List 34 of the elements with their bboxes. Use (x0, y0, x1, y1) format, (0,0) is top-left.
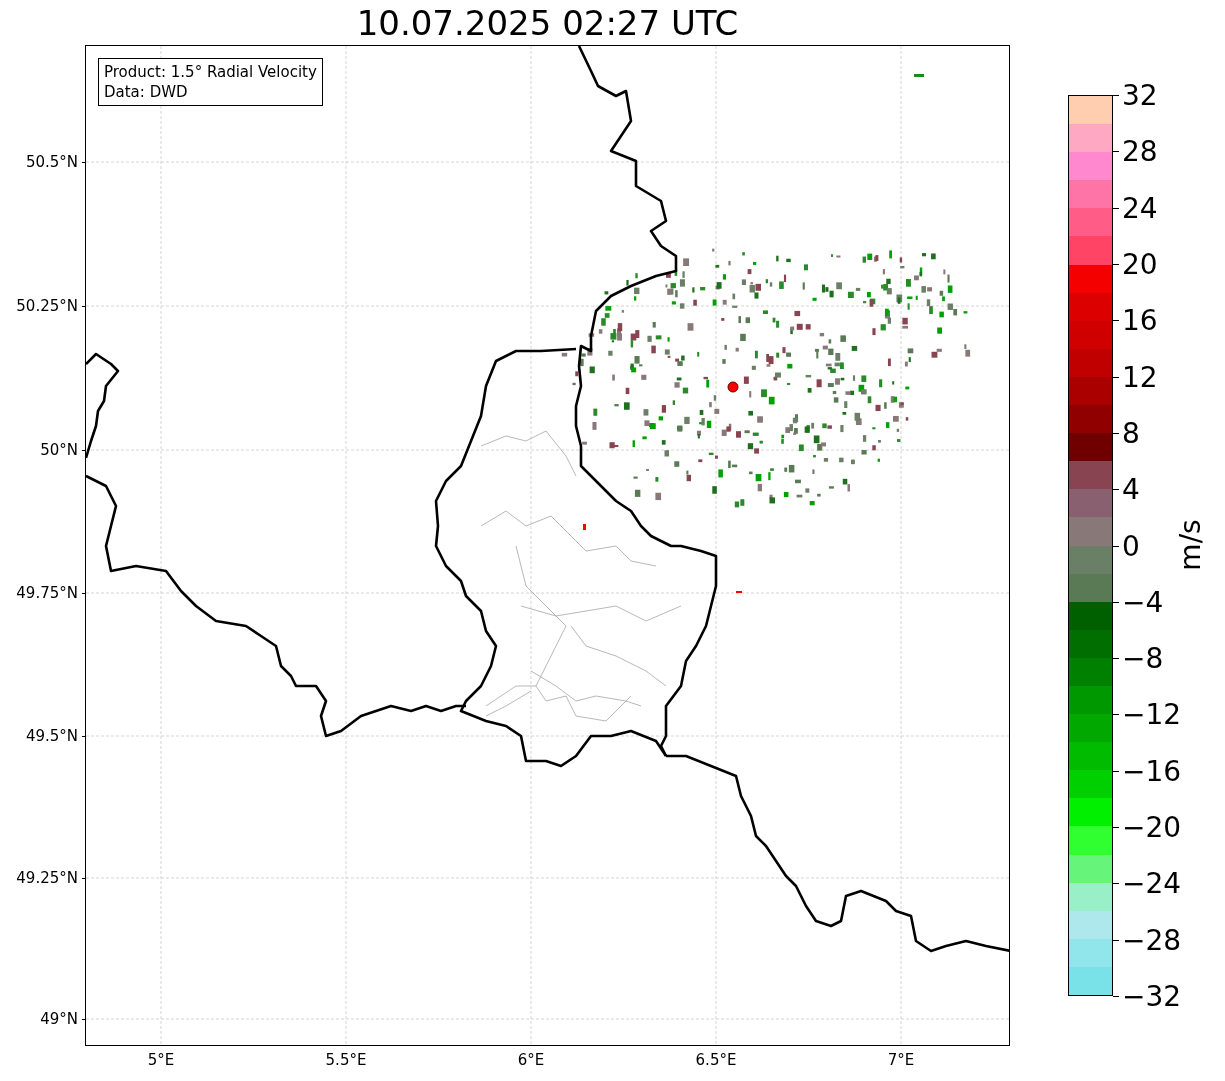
chart-title: 10.07.2025 02:27 UTC (355, 1, 740, 45)
colorbar-tick-label: 32 (1122, 78, 1158, 112)
colorbar-tick-label: −12 (1122, 697, 1182, 731)
radar-site-marker (727, 381, 739, 393)
longitude-label: 5°E (147, 1051, 175, 1069)
longitude-label: 5.5°E (325, 1051, 367, 1069)
colorbar-tick-label: 0 (1122, 529, 1140, 562)
colorbar-tick-label: 24 (1122, 191, 1158, 225)
colorbar-tick-label: −4 (1122, 585, 1164, 619)
colorbar-tick-label: −16 (1122, 754, 1182, 788)
latitude-label: 50.25°N (16, 297, 78, 315)
latitude-label: 49.75°N (16, 584, 78, 602)
info-text: Product: 1.5° Radial Velocity (104, 62, 317, 82)
unit-label: m/s (1173, 519, 1207, 571)
latitude-label: 50.5°N (25, 153, 78, 171)
colorbar-tick-label: 8 (1122, 416, 1140, 450)
colorbar-tick-label: −32 (1122, 979, 1182, 1013)
latitude-label: 49.5°N (25, 727, 78, 745)
colorbar-tick-label: 12 (1122, 360, 1158, 394)
colorbar-tick-label: 4 (1122, 472, 1140, 506)
colorbar-tick-label: −8 (1122, 641, 1164, 675)
colorbar-tick-label: 20 (1122, 247, 1158, 281)
colorbar-tick-label: −20 (1122, 810, 1182, 844)
colorbar-tick-label: −24 (1122, 866, 1182, 900)
latitude-label: 49.25°N (16, 869, 78, 887)
info-text: Data: DWD (104, 82, 189, 102)
colorbar-tick-label: 28 (1122, 134, 1158, 168)
colorbar-tick-label: 16 (1122, 303, 1158, 337)
latitude-label: 50°N (40, 441, 78, 459)
latitude-label: 49°N (40, 1010, 78, 1028)
longitude-label: 7°E (887, 1051, 915, 1069)
longitude-label: 6°E (517, 1051, 545, 1069)
longitude-label: 6.5°E (695, 1051, 737, 1069)
colorbar-tick-label: −28 (1122, 923, 1182, 957)
